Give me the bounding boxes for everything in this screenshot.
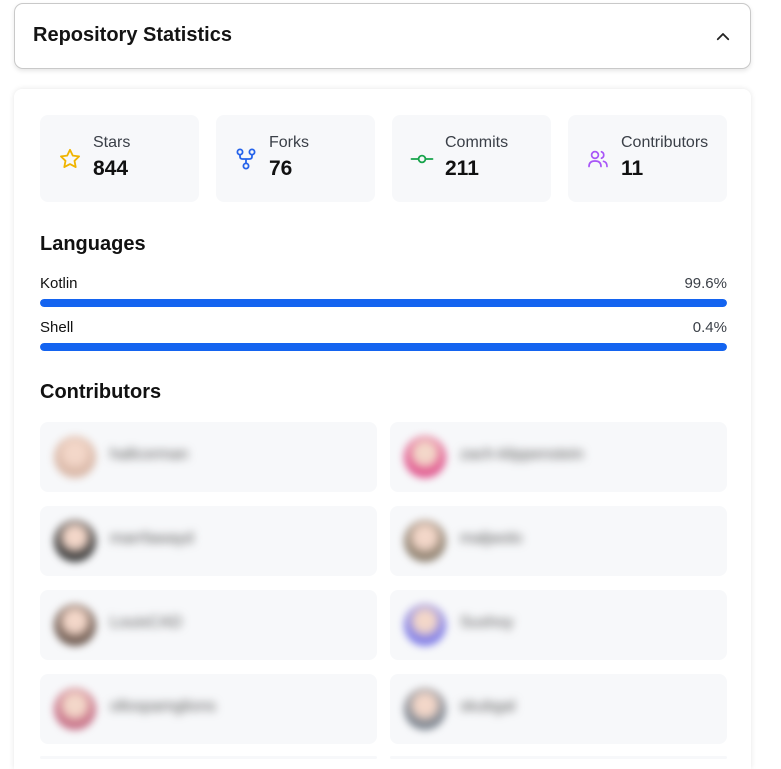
contributor-card[interactable]: hallcorman <box>40 422 377 492</box>
star-icon <box>60 148 80 168</box>
language-percent: 0.4% <box>692 319 727 336</box>
avatar <box>404 604 446 646</box>
fork-icon <box>236 148 256 170</box>
language-bar-fill <box>40 343 727 351</box>
language-name: Shell <box>40 319 74 336</box>
avatar <box>404 520 446 562</box>
avatar <box>404 688 446 730</box>
contributor-name[interactable]: LouisCAD <box>110 614 182 632</box>
contributor-name[interactable]: marrfawayd <box>110 530 194 548</box>
contributor-card[interactable]: marrfawayd <box>40 506 377 576</box>
contributor-name[interactable]: skubgal <box>460 698 515 716</box>
contributor-card[interactable]: Sushoy <box>390 590 727 660</box>
stat-label: Stars <box>93 134 131 151</box>
stat-card-stars: Stars 844 <box>40 115 199 202</box>
languages-title: Languages <box>40 233 146 255</box>
contributor-name[interactable]: hallcorman <box>110 446 188 464</box>
avatar <box>54 688 96 730</box>
contributors-title: Contributors <box>40 381 162 403</box>
stat-card-commits: Commits 211 <box>392 115 551 202</box>
stat-value: 211 <box>445 157 479 180</box>
contributor-name[interactable]: maljwolo <box>460 530 522 548</box>
contributor-card[interactable]: skubgal <box>390 674 727 744</box>
repository-statistics-header[interactable]: Repository Statistics <box>14 3 751 69</box>
language-bar-fill <box>40 299 727 307</box>
stat-value: 844 <box>93 157 129 180</box>
language-percent: 99.6% <box>684 275 727 292</box>
avatar <box>54 520 96 562</box>
contributor-name[interactable]: ollospamglions <box>110 698 216 716</box>
stat-label: Commits <box>445 134 509 151</box>
header-title: Repository Statistics <box>33 24 232 46</box>
stat-value: 76 <box>269 157 293 180</box>
contributor-card[interactable]: zach-klippenstein <box>390 422 727 492</box>
language-bar <box>40 299 727 307</box>
avatar <box>54 604 96 646</box>
language-bar <box>40 343 727 351</box>
stat-card-contributors: Contributors 11 <box>568 115 727 202</box>
contributor-card[interactable]: maljwolo <box>390 506 727 576</box>
stat-label: Contributors <box>621 134 709 151</box>
contributor-card[interactable]: ollospamglions <box>40 674 377 744</box>
stat-value: 11 <box>621 157 644 180</box>
chevron-up-icon[interactable] <box>714 28 732 46</box>
stat-label: Forks <box>269 134 309 151</box>
avatar <box>54 436 96 478</box>
contributor-name[interactable]: zach-klippenstein <box>460 446 584 464</box>
avatar <box>404 436 446 478</box>
users-icon <box>588 150 608 168</box>
stat-card-forks: Forks 76 <box>216 115 375 202</box>
contributor-name[interactable]: Sushoy <box>460 614 513 632</box>
language-name: Kotlin <box>40 275 78 292</box>
contributor-card[interactable]: LouisCAD <box>40 590 377 660</box>
commit-icon <box>410 154 434 164</box>
